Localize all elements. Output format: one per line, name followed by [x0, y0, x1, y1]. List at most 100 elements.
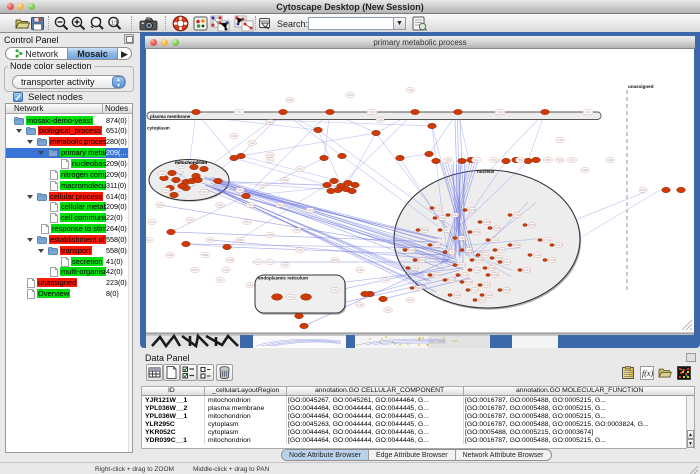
svg-text:YMR1: YMR1: [434, 274, 441, 277]
svg-text:1:1: 1:1: [111, 21, 118, 27]
svg-text:mitochondrion: mitochondrion: [175, 160, 207, 165]
svg-text:YOL0: YOL0: [412, 267, 419, 270]
svg-text:YBR0: YBR0: [484, 221, 491, 224]
svg-text:YBR0: YBR0: [207, 239, 214, 242]
svg-text:YOL0: YOL0: [472, 289, 479, 292]
svg-text:YLR1: YLR1: [223, 269, 230, 272]
svg-text:YGR2: YGR2: [157, 204, 164, 207]
svg-text:YBR0: YBR0: [474, 231, 481, 234]
svg-text:YLR1: YLR1: [178, 165, 185, 168]
svg-text:YMR1: YMR1: [287, 99, 294, 102]
svg-text:YLR1: YLR1: [474, 269, 481, 272]
svg-text:YOL0: YOL0: [244, 221, 251, 224]
svg-text:YLR1: YLR1: [297, 249, 304, 252]
svg-text:YLR1: YLR1: [499, 249, 506, 252]
svg-text:YOL0: YOL0: [267, 261, 274, 264]
svg-text:YMR1: YMR1: [416, 287, 423, 290]
svg-text:YGR2: YGR2: [492, 274, 499, 277]
svg-text:YGR2: YGR2: [494, 227, 501, 230]
svg-text:YLR1: YLR1: [159, 173, 166, 176]
svg-text:YOL0: YOL0: [307, 209, 314, 212]
svg-text:YGR2: YGR2: [167, 254, 174, 257]
svg-text:YLR1: YLR1: [436, 207, 443, 210]
svg-text:YMR1: YMR1: [332, 259, 339, 262]
svg-text:YLR1: YLR1: [357, 304, 364, 307]
svg-text:YLR1: YLR1: [484, 284, 491, 287]
svg-text:YOL0: YOL0: [556, 244, 563, 247]
svg-text:nucleus: nucleus: [477, 169, 495, 174]
svg-text:YGR2: YGR2: [377, 119, 384, 122]
svg-text:YOL0: YOL0: [434, 244, 441, 247]
svg-text:YGR2: YGR2: [267, 121, 274, 124]
svg-text:YGR2: YGR2: [347, 94, 354, 97]
svg-text:YOL0: YOL0: [282, 264, 289, 267]
svg-text:YOL0: YOL0: [544, 239, 551, 242]
svg-text:YLR1: YLR1: [557, 139, 564, 142]
svg-text:YMR1: YMR1: [529, 224, 536, 227]
svg-text:YLR1: YLR1: [534, 254, 541, 257]
svg-text:YBR0: YBR0: [545, 159, 552, 162]
svg-text:YOL0: YOL0: [449, 251, 456, 254]
svg-text:YMR1: YMR1: [237, 239, 244, 242]
svg-text:YBR0: YBR0: [514, 244, 521, 247]
svg-text:YDL1: YDL1: [444, 229, 451, 232]
svg-text:f(x): f(x): [642, 369, 653, 378]
svg-text:YOL0: YOL0: [237, 189, 244, 192]
svg-text:YLR1: YLR1: [492, 239, 499, 242]
svg-text:YLR1: YLR1: [217, 204, 224, 207]
svg-text:YOL0: YOL0: [288, 296, 295, 299]
svg-text:YMR1: YMR1: [557, 159, 564, 162]
svg-text:YOL0: YOL0: [163, 189, 170, 192]
svg-text:YDL1: YDL1: [146, 239, 152, 242]
svg-text:plasma membrane: plasma membrane: [150, 114, 191, 119]
svg-text:YDL1: YDL1: [585, 111, 592, 114]
svg-text:YOL0: YOL0: [217, 279, 224, 282]
svg-text:YDL1: YDL1: [459, 264, 466, 267]
svg-text:endoplasmic reticulum: endoplasmic reticulum: [258, 276, 308, 281]
svg-text:YDL1: YDL1: [385, 309, 392, 312]
svg-text:YOL0: YOL0: [149, 221, 156, 224]
svg-text:YDL1: YDL1: [267, 159, 274, 162]
svg-text:YDL1: YDL1: [479, 299, 486, 302]
svg-text:YLR1: YLR1: [407, 89, 414, 92]
svg-text:YGR2: YGR2: [449, 279, 456, 282]
svg-text:YOL0: YOL0: [255, 261, 262, 264]
svg-text:YLR1: YLR1: [382, 279, 389, 282]
svg-text:YMR1: YMR1: [201, 191, 208, 194]
svg-text:YMR1: YMR1: [496, 257, 503, 260]
svg-text:YOL0: YOL0: [569, 159, 576, 162]
svg-text:YLR1: YLR1: [259, 184, 266, 187]
svg-text:YDL1: YDL1: [482, 254, 489, 257]
svg-text:YOL0: YOL0: [282, 179, 289, 182]
svg-text:YOL0: YOL0: [524, 269, 531, 272]
svg-text:YLR1: YLR1: [332, 289, 339, 292]
svg-text:YOL0: YOL0: [514, 214, 521, 217]
svg-text:YGR2: YGR2: [227, 259, 234, 262]
svg-text:YGR2: YGR2: [549, 259, 556, 262]
svg-text:YGR2: YGR2: [409, 249, 416, 252]
svg-text:YBR0: YBR0: [582, 169, 589, 172]
svg-text:YDL1: YDL1: [452, 214, 459, 217]
svg-text:YBR0: YBR0: [422, 229, 429, 232]
svg-text:YLR1: YLR1: [491, 159, 498, 162]
svg-text:cytoplasm: cytoplasm: [147, 126, 170, 131]
svg-text:YGR2: YGR2: [231, 135, 238, 138]
svg-text:YGR2: YGR2: [454, 294, 461, 297]
svg-text:YLR1: YLR1: [462, 274, 469, 277]
svg-text:YLR1: YLR1: [187, 219, 194, 222]
svg-text:YMR1: YMR1: [439, 217, 446, 220]
svg-text:YBR0: YBR0: [486, 294, 493, 297]
svg-text:YDL1: YDL1: [407, 299, 414, 302]
svg-text:YDL1: YDL1: [504, 261, 511, 264]
svg-text:YDL1: YDL1: [297, 168, 304, 171]
svg-text:YGR2: YGR2: [466, 281, 473, 284]
svg-text:unassigned: unassigned: [628, 84, 654, 89]
svg-text:YBR0: YBR0: [294, 229, 301, 232]
svg-text:YBR0: YBR0: [517, 159, 524, 162]
svg-text:YGR2: YGR2: [640, 189, 647, 192]
svg-text:YGR2: YGR2: [497, 111, 504, 114]
svg-text:YGR2: YGR2: [445, 159, 452, 162]
svg-text:YGR2: YGR2: [369, 111, 376, 114]
svg-text:YDL1: YDL1: [473, 159, 480, 162]
svg-text:YGR2: YGR2: [476, 259, 483, 262]
